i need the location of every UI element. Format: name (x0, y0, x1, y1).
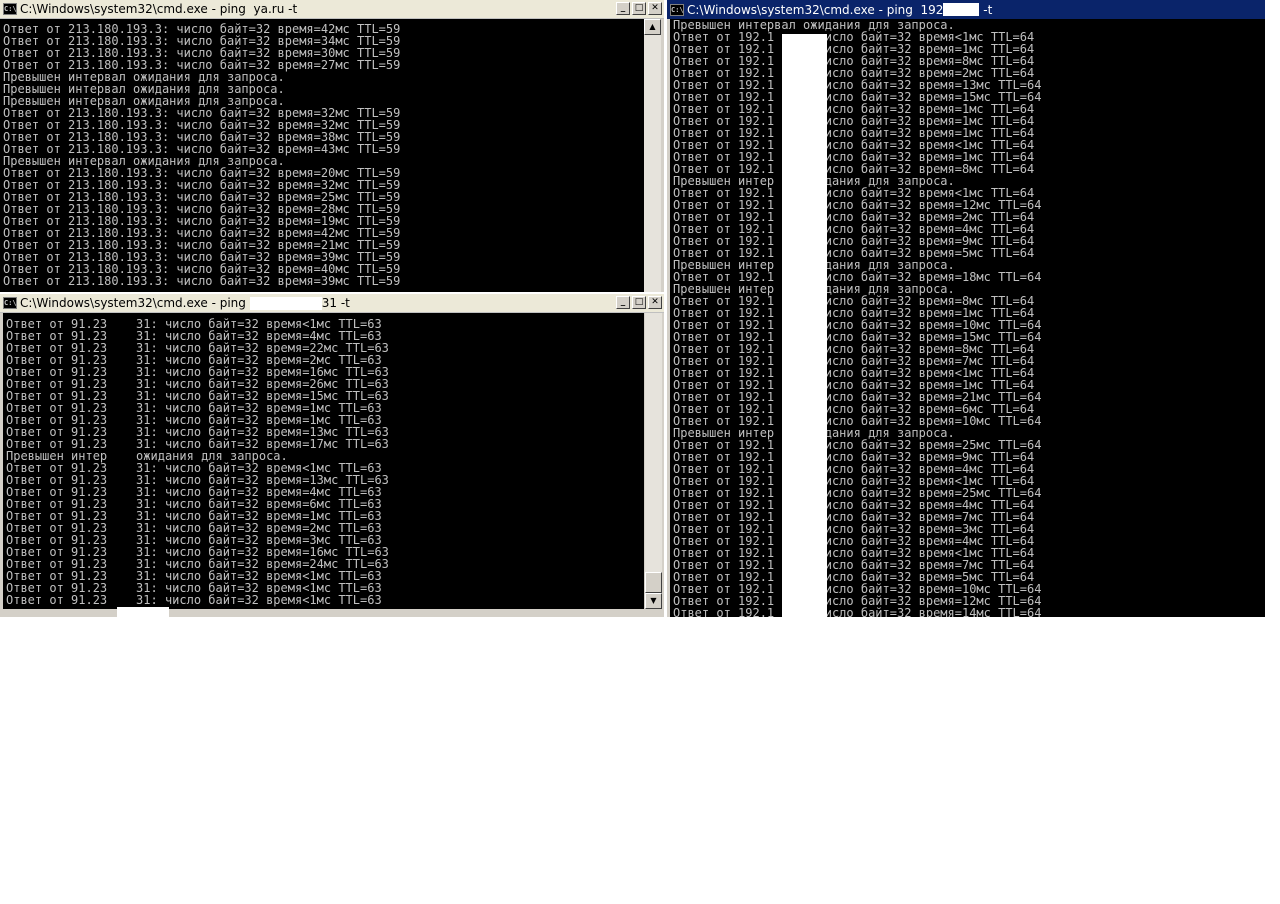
title-bar[interactable]: C:\ C:\Windows\system32\cmd.exe - ping 3… (0, 294, 664, 313)
scroll-thumb[interactable] (645, 572, 662, 593)
redacted-block (249, 296, 322, 310)
redacted-block (117, 607, 169, 904)
redacted-block (782, 34, 827, 617)
window-title-suffix: -t (979, 2, 993, 17)
console-line: Ответ от 192.1 : число байт=32 время=14м… (673, 606, 1042, 617)
maximize-button[interactable]: □ (632, 2, 646, 15)
scroll-up-button[interactable]: ▲ (644, 19, 661, 35)
window-title-prefix: C:\Windows\system32\cmd.exe - ping (20, 296, 250, 310)
close-button[interactable]: ✕ (648, 2, 662, 15)
cmd-icon: C:\ (3, 297, 17, 309)
cmd-icon: C:\ (3, 3, 17, 15)
close-button[interactable]: ✕ (648, 296, 662, 309)
title-bar[interactable]: C:\ C:\Windows\system32\cmd.exe - ping 1… (667, 0, 1265, 19)
cmd-window-ya[interactable]: C:\ C:\Windows\system32\cmd.exe - ping y… (0, 0, 664, 292)
window-frame-edge (1265, 0, 1280, 617)
window-title: C:\Windows\system32\cmd.exe - ping ya.ru… (20, 2, 298, 16)
console-output[interactable]: Превышен интервал ожидания для запроса. О… (670, 19, 1265, 617)
cmd-window-91[interactable]: C:\ C:\Windows\system32\cmd.exe - ping 3… (0, 294, 664, 904)
minimize-button[interactable]: _ (616, 296, 630, 309)
console-line: Ответ от 91.23 31: число байт=32 время<1… (6, 593, 382, 607)
title-bar[interactable]: C:\ C:\Windows\system32\cmd.exe - ping y… (0, 0, 664, 19)
redacted-block (943, 3, 980, 16)
vertical-scrollbar[interactable]: ▼ (645, 313, 662, 609)
cmd-icon: C:\ (670, 3, 684, 16)
console-line: Ответ от 213.180.193.3: число байт=32 вр… (3, 274, 401, 288)
minimize-button[interactable]: _ (616, 2, 630, 15)
window-title-prefix: C:\Windows\system32\cmd.exe - ping 192 (687, 2, 944, 17)
cmd-window-192[interactable]: C:\ C:\Windows\system32\cmd.exe - ping 1… (667, 0, 1265, 617)
scroll-down-button[interactable]: ▼ (645, 593, 662, 609)
console-output[interactable]: Ответ от 213.180.193.3: число байт=32 вр… (0, 19, 644, 292)
window-title-suffix: 31 -t (321, 296, 350, 310)
vertical-scrollbar[interactable]: ▲ (644, 19, 661, 292)
maximize-button[interactable]: □ (632, 296, 646, 309)
console-output[interactable]: Ответ от 91.23 31: число байт=32 время<1… (3, 313, 644, 609)
